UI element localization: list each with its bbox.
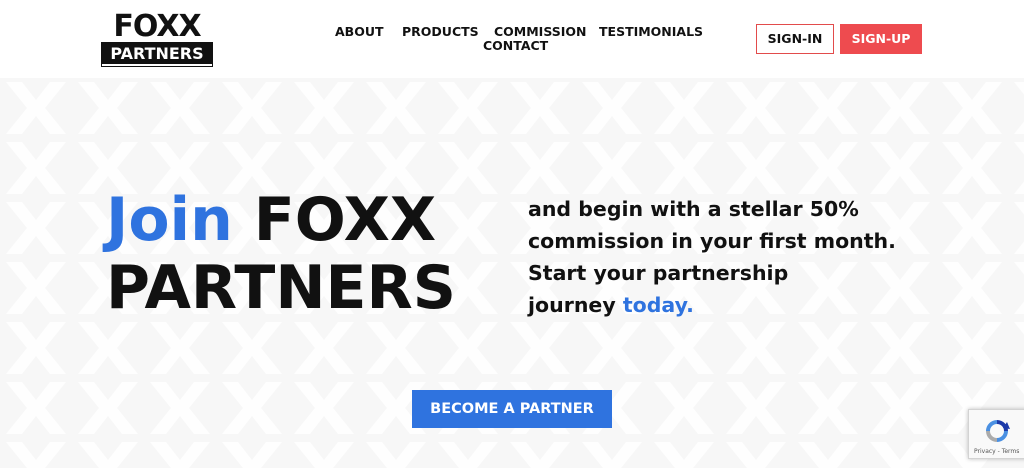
subtext-line-4: journey [528, 293, 616, 317]
hero-headline: Join FOXX PARTNERS [106, 186, 506, 322]
headline-partners: PARTNERS [106, 253, 456, 323]
site-header: FOXX PARTNERS ABOUT PRODUCTS COMMISSION … [0, 0, 1024, 78]
hero-section: Join FOXX PARTNERS and begin with a stel… [0, 78, 1024, 468]
headline-highlight: Join [106, 185, 233, 255]
logo-text-foxx: FOXX [113, 9, 201, 44]
nav-contact[interactable]: CONTACT [483, 39, 548, 53]
headline-foxx: FOXX [253, 185, 437, 255]
logo-text-partners: PARTNERS [102, 43, 212, 66]
subtext-highlight: today. [622, 293, 694, 317]
hero-subtext: and begin with a stellar 50% commission … [528, 193, 928, 321]
nav-testimonials[interactable]: TESTIMONIALS [599, 25, 703, 39]
nav-products[interactable]: PRODUCTS [402, 25, 479, 39]
recaptcha-terms[interactable]: Privacy - Terms [974, 448, 1019, 455]
sign-up-button[interactable]: SIGN-UP [840, 24, 922, 54]
nav-commission[interactable]: COMMISSION [494, 25, 587, 39]
subtext-line-1: and begin with a stellar 50% [528, 197, 859, 221]
sign-in-button[interactable]: SIGN-IN [756, 24, 834, 54]
recaptcha-badge[interactable]: Privacy - Terms [968, 409, 1024, 459]
subtext-line-2: commission in your first month. [528, 229, 896, 253]
become-partner-button[interactable]: BECOME A PARTNER [412, 390, 612, 428]
nav-about[interactable]: ABOUT [335, 25, 384, 39]
foxx-partners-logo[interactable]: FOXX PARTNERS [102, 12, 212, 66]
subtext-line-3: Start your partnership [528, 261, 789, 285]
recaptcha-icon [986, 420, 1010, 442]
